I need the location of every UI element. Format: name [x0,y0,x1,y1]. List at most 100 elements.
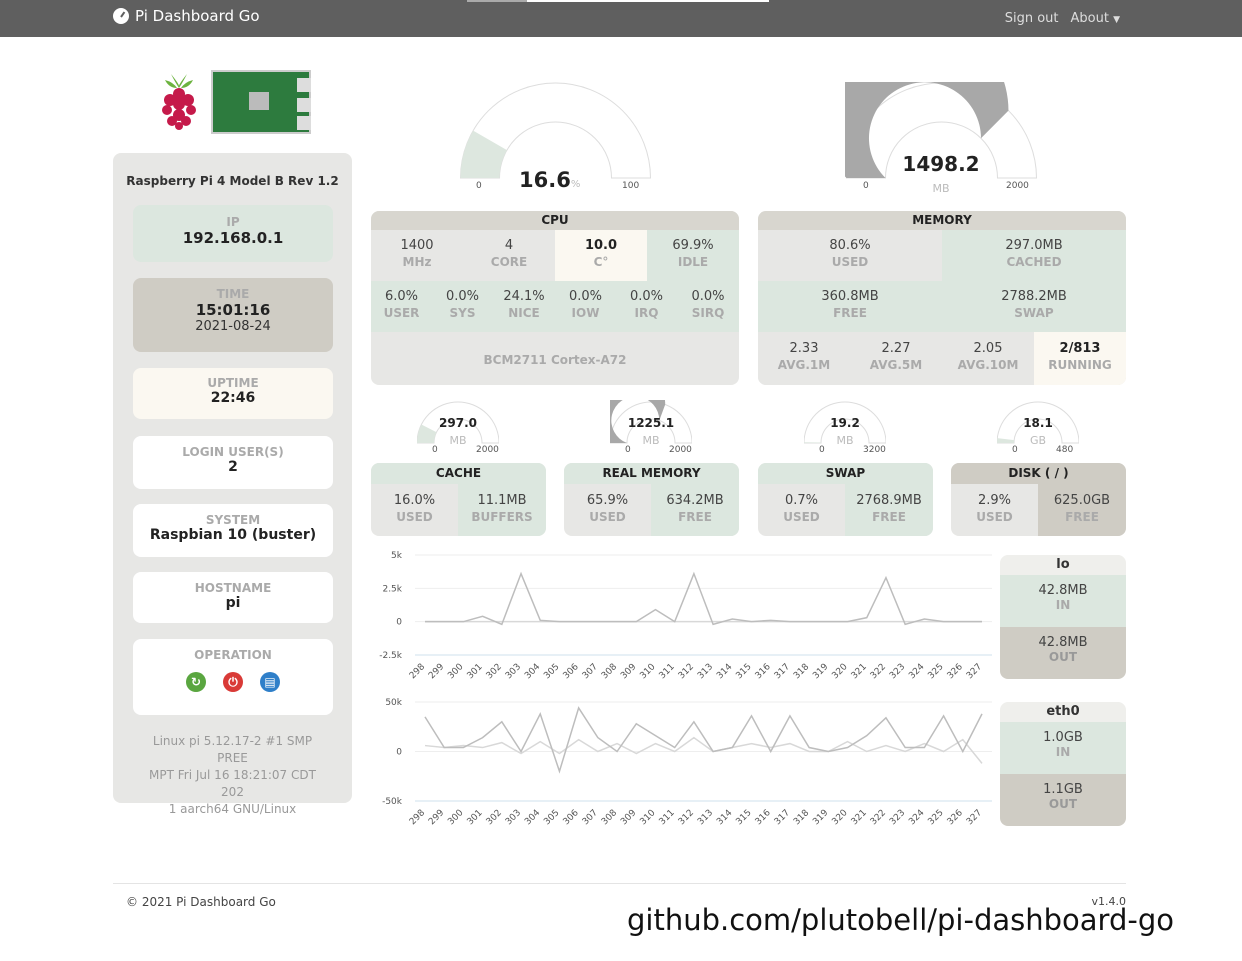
x-tick-label: 309 [619,808,638,827]
brand[interactable]: Pi Dashboard Go [113,7,260,25]
x-tick-label: 310 [638,662,657,681]
cpu-temp-value: 10.0 [584,238,618,253]
system-card: SYSTEM Raspbian 10 (buster) [133,504,333,557]
cpu-panel: CPU 1400 MHz 4 CORE 10.0 C° 69.9% IDLE 6.0% U… [371,211,739,385]
cpu-user-label: USER [383,306,420,320]
mem-used: 80.6% USED [758,238,942,269]
x-tick-label: 318 [792,808,811,827]
cache-gauge: 297.0 MB 0 2000 [416,400,500,460]
date-value: 2021-08-24 [195,319,271,334]
x-tick-label: 316 [754,662,773,681]
x-tick-label: 312 [677,662,696,681]
mem-used-label: USED [831,255,869,269]
x-tick-label: 319 [811,662,830,681]
disk-gauge: 18.1 GB 0 480 [996,400,1080,460]
load-1m-value: 2.33 [789,341,819,356]
cpu-model: BCM2711 Cortex-A72 [371,351,739,367]
cpu-sirq: 0.0% SIRQ [677,289,739,320]
load-5m-value: 2.27 [881,341,911,356]
time-label: TIME [216,287,250,301]
x-tick-label: 302 [485,662,504,681]
x-tick-label: 298 [408,808,427,827]
sign-out-link[interactable]: Sign out [1005,11,1059,26]
x-tick-label: 324 [907,808,926,827]
board-model: Raspberry Pi 4 Model B Rev 1.2 [126,174,339,188]
disk-gauge-unit: GB [1029,434,1047,447]
cpu-nice: 24.1% NICE [493,289,555,320]
x-tick-label: 301 [466,808,485,827]
hostname-label: HOSTNAME [194,581,272,595]
trash-icon[interactable]: ▤ [260,672,280,692]
cache-used-value: 16.0% [393,493,436,508]
real-memory-gauge: 1225.1 MB 0 2000 [583,363,693,460]
y-tick-label: 0 [396,748,402,758]
x-tick-label: 304 [523,808,542,827]
cpu-idle-value: 69.9% [672,238,714,253]
x-tick-label: 325 [926,808,945,827]
cache-used: 16.0% USED [371,493,458,524]
about-menu[interactable]: About ▼ [1071,11,1121,26]
reboot-icon[interactable]: ↻ [186,672,206,692]
x-tick-label: 306 [562,662,581,681]
cpu-panel-title: CPU [371,211,739,230]
disk-used-value: 2.9% [977,493,1012,508]
swap-free-value: 2768.9MB [856,493,922,508]
real-memory-panel: REAL MEMORY 65.9% USED 634.2MB FREE [564,463,739,536]
disk-used: 2.9% USED [951,493,1038,524]
real-memory-free: 634.2MB FREE [651,493,739,524]
cpu-nice-label: NICE [508,306,540,320]
gauge-logo-icon [113,8,129,24]
load-1m-label: AVG.1M [777,358,831,372]
series-line [425,571,982,626]
x-tick-label: 308 [600,662,619,681]
net-name-eth0: eth0 [1000,702,1126,722]
cpu-freq-value: 1400 [400,238,434,253]
x-tick-label: 315 [734,808,753,827]
x-tick-label: 307 [581,808,600,827]
x-tick-label: 321 [850,662,869,681]
swap-gauge-unit: MB [836,434,854,447]
x-tick-label: 315 [734,662,753,681]
cpu-gauge-arc [459,82,652,179]
mem-free: 360.8MB FREE [758,289,942,320]
cpu-idle-label: IDLE [677,255,709,269]
brand-title: Pi Dashboard Go [135,7,260,25]
real-memory-free-value: 634.2MB [666,493,724,508]
footer-divider [113,883,1126,884]
cpu-usage-value: 16.6 [519,168,571,192]
memory-gauge: 1498.2 MB 0 2000 [818,15,1038,195]
mem-cached: 297.0MB CACHED [942,238,1126,269]
load-10m-value: 2.05 [973,341,1003,356]
kernel-info: Linux pi 5.12.17-2 #1 SMP PREE MPT Fri J… [141,733,324,818]
about-label: About [1070,11,1109,26]
navbar: Pi Dashboard Go Sign out About ▼ [0,0,1242,37]
cpu-nice-value: 24.1% [503,289,545,304]
cpu-gauge: 16.6% 0 100 [459,82,652,192]
cache-gauge-min: 0 [432,445,438,455]
real-memory-gauge-unit: MB [642,434,660,447]
real-memory-used-value: 65.9% [586,493,629,508]
cpu-iow-label: IOW [571,306,600,320]
load-5m-label: AVG.5M [869,358,923,372]
swap-free: 2768.9MB FREE [845,493,933,524]
x-tick-label: 303 [504,662,523,681]
operation-card: OPERATION ↻ ⏻ ▤ [133,639,333,715]
cache-panel: CACHE 16.0% USED 11.1MB BUFFERS [371,463,546,536]
cache-gauge-max: 2000 [476,445,499,455]
x-tick-label: 305 [542,662,561,681]
y-tick-label: -2.5k [379,651,403,661]
x-tick-label: 312 [677,808,696,827]
cpu-iow-value: 0.0% [568,289,603,304]
lo-in-label: IN [1055,598,1071,612]
x-tick-label: 304 [523,662,542,681]
cpu-irq: 0.0% IRQ [616,289,677,320]
x-tick-label: 302 [485,808,504,827]
power-icon[interactable]: ⏻ [223,672,243,692]
memory-panel: MEMORY 80.6% USED 297.0MB CACHED 360.8MB FR… [758,211,1126,385]
lo-out-label: OUT [1048,650,1078,664]
x-tick-label: 310 [638,808,657,827]
x-tick-label: 314 [715,662,734,681]
kernel-line: Linux pi 5.12.17-2 #1 SMP PREE [152,734,313,765]
cpu-gauge-max: 100 [622,181,640,191]
load-10m: 2.05 AVG.10M [942,341,1034,372]
